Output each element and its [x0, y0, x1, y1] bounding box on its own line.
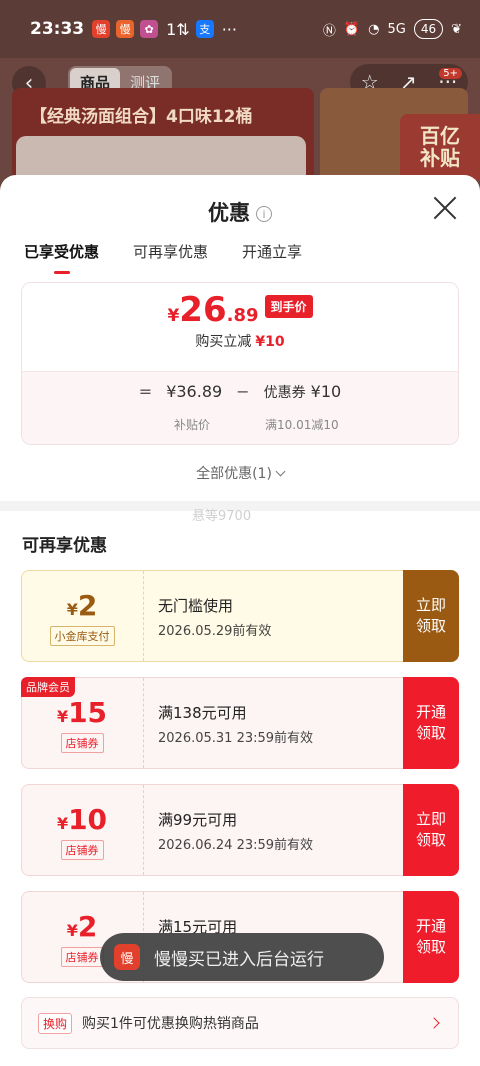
status-bar: 23:33 慢 慢 ✿ 1⇅ 支 ··· Ⓝ ⏰ ◔ 5G 46 ❦ — [0, 0, 480, 58]
app-icon: 慢 — [114, 944, 140, 970]
coupon-value: 15 — [68, 696, 108, 729]
coupon-value: 2 — [77, 910, 98, 943]
leaf-icon: ❦ — [451, 21, 462, 37]
cart-badge: 5+ — [439, 68, 462, 79]
info-icon[interactable]: i — [256, 206, 272, 222]
coupon-condition: 满99元可用 — [158, 811, 238, 829]
coupon-expiry: 2026.05.29前有效 — [158, 624, 272, 639]
coupon-condition: 无门槛使用 — [158, 597, 234, 615]
currency-symbol: ¥ — [167, 306, 180, 326]
subsidy-line2: 补贴 — [420, 146, 460, 170]
product-page-backdrop: ‹ 商品 测评 ☆ ↗ ··· 5+ 【经典汤面组合】4口味12桶 百亿 补贴 — [0, 58, 480, 188]
subsidy-price: ¥36.89 — [166, 382, 223, 401]
price-decimal: .89 — [226, 305, 259, 326]
data-transfer-icon: 1⇅ — [166, 19, 190, 39]
alarm-icon: ⏰ — [343, 21, 361, 37]
coupon-expiry: 2026.05.31 23:59前有效 — [158, 731, 314, 746]
coupon-condition: 满138元可用 — [158, 704, 247, 722]
coupon-type: 店铺券 — [60, 947, 104, 967]
clock: 23:33 — [30, 19, 85, 39]
coupon-currency: ¥ — [66, 921, 78, 940]
signal-icon: 5G — [387, 21, 406, 37]
promo-tabs: 已享受优惠 可再享优惠 开通立享 — [24, 241, 302, 274]
claim-coupon-button[interactable]: 立即 领取 — [403, 784, 459, 876]
coupon-currency: ¥ — [56, 814, 69, 833]
subsidy-badge: 百亿 补贴 — [400, 114, 480, 180]
close-icon[interactable] — [432, 195, 458, 221]
coupon-label: 优惠券 — [263, 385, 306, 401]
coupon-divider — [143, 785, 144, 875]
minus-sign: − — [236, 382, 250, 401]
coupon-divider — [143, 678, 144, 768]
section-title: 可再享优惠 — [22, 536, 107, 556]
toast-text: 慢慢买已进入后台运行 — [154, 949, 324, 970]
exchange-purchase-bar[interactable]: 换购 购买1件可优惠换购热销商品 — [21, 997, 459, 1049]
tab-more-available[interactable]: 可再享优惠 — [133, 241, 208, 262]
price-formula: = ¥36.89 − 优惠券 ¥10 补贴价 满10.01减10 — [22, 371, 458, 444]
nfc-icon: Ⓝ — [322, 23, 336, 39]
all-promotions-label: 全部优惠(1) — [196, 466, 272, 482]
instant-discount-amount: ¥10 — [255, 333, 285, 350]
coupon-value: 10 — [68, 803, 108, 836]
final-price-tag: 到手价 — [264, 295, 313, 319]
coupon-value: 2 — [77, 589, 98, 622]
coupon-type: 小金库支付 — [49, 626, 115, 646]
chevron-down-icon — [275, 466, 286, 477]
coupon-caption: 满10.01减10 — [265, 418, 339, 432]
sheet-title-text: 优惠 — [208, 201, 250, 225]
coupon-currency: ¥ — [66, 600, 78, 619]
instant-discount: 购买立减 ¥10 — [22, 331, 458, 351]
app-notification-icon: ✿ — [140, 20, 159, 38]
sheet-title: 优惠 i — [0, 197, 480, 227]
coupon-card: ¥10 店铺券 满99元可用 2026.06.24 23:59前有效 立即 领取 — [21, 784, 459, 876]
activate-claim-button[interactable]: 开通 领取 — [403, 891, 459, 983]
background-running-toast: 慢 慢慢买已进入后台运行 — [100, 933, 384, 981]
promotions-sheet: 优惠 i 已享受优惠 可再享优惠 开通立享 ¥ 26 .89 到手价 购买立减 ¥1… — [0, 175, 480, 1066]
subsidy-caption: 补贴价 — [174, 418, 211, 432]
tab-activate[interactable]: 开通立享 — [242, 241, 302, 262]
final-price: ¥ 26 .89 到手价 — [22, 283, 458, 329]
banner-title: 【经典汤面组合】4口味12桶 — [30, 107, 253, 127]
coupon-card: ¥2 小金库支付 无门槛使用 2026.05.29前有效 立即 领取 — [21, 570, 459, 662]
tab-enjoyed[interactable]: 已享受优惠 — [24, 241, 99, 274]
final-price-card: ¥ 26 .89 到手价 购买立减 ¥10 = ¥36.89 − 优惠券 ¥10 … — [21, 282, 459, 445]
price-integer: 26 — [179, 290, 227, 330]
equals-sign: = — [138, 382, 153, 401]
instant-discount-label: 购买立减 — [195, 333, 252, 350]
watermark: 悬等9700 — [192, 509, 252, 524]
coupon-type: 店铺券 — [60, 840, 104, 860]
more-notifications-icon: ··· — [221, 19, 237, 39]
coupon-expiry: 2026.06.24 23:59前有效 — [158, 838, 314, 853]
coupon-amount: ¥10 — [310, 382, 342, 401]
exchange-tag: 换购 — [38, 1012, 73, 1034]
claim-coupon-button[interactable]: 立即 领取 — [403, 570, 459, 662]
coupon-currency: ¥ — [56, 707, 69, 726]
chevron-right-icon — [428, 1017, 440, 1029]
coupon-card: 品牌会员 ¥15 店铺券 满138元可用 2026.05.31 23:59前有效… — [21, 677, 459, 769]
all-promotions-toggle[interactable]: 全部优惠(1) — [0, 463, 480, 483]
wifi-icon: ◔ — [368, 21, 380, 37]
coupon-divider — [143, 571, 144, 661]
alipay-icon: 支 — [195, 20, 214, 38]
battery-indicator: 46 — [413, 19, 444, 39]
subsidy-line1: 百亿 — [420, 124, 460, 148]
exchange-text: 购买1件可优惠换购热销商品 — [82, 1016, 259, 1032]
app-notification-icon: 慢 — [116, 20, 135, 38]
coupon-type: 店铺券 — [60, 733, 104, 753]
app-notification-icon: 慢 — [92, 20, 111, 38]
activate-claim-button[interactable]: 开通 领取 — [403, 677, 459, 769]
